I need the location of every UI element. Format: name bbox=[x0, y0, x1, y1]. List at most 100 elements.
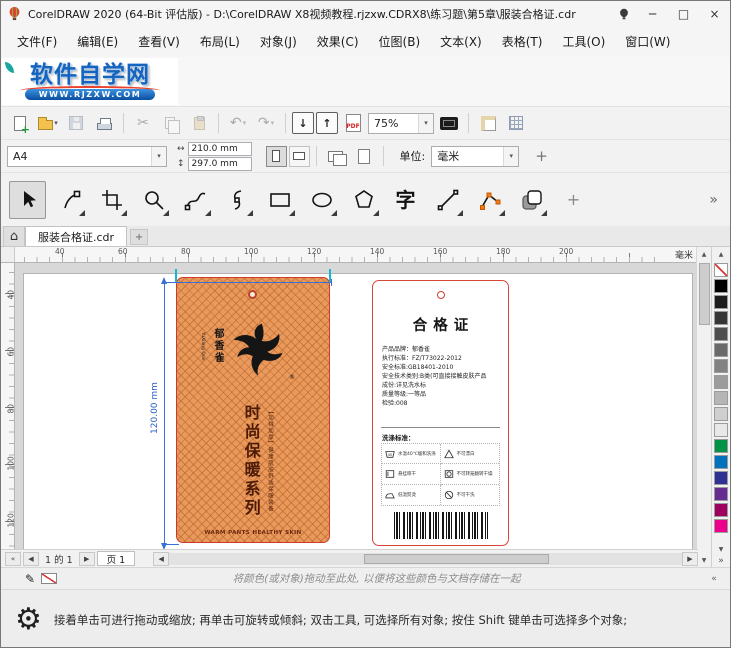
minimize-button[interactable]: ─ bbox=[637, 1, 668, 26]
publish-pdf-icon[interactable]: PDF bbox=[340, 110, 366, 136]
color-swatch[interactable] bbox=[714, 519, 728, 533]
color-swatch[interactable] bbox=[714, 279, 728, 293]
add-property-button[interactable]: + bbox=[535, 147, 548, 165]
menu-item[interactable]: 文本(X) bbox=[430, 29, 492, 54]
color-swatch[interactable] bbox=[714, 343, 728, 357]
redo-icon[interactable]: ↷ ▾ bbox=[253, 110, 279, 136]
menu-item[interactable]: 对象(J) bbox=[250, 29, 307, 54]
polygon-tool[interactable] bbox=[345, 181, 382, 219]
shape-tool[interactable] bbox=[51, 181, 88, 219]
scroll-left-icon[interactable]: ◀ bbox=[153, 551, 170, 566]
copy-icon[interactable] bbox=[158, 110, 184, 136]
cut-icon[interactable]: ✂ bbox=[130, 110, 156, 136]
selection-handle[interactable] bbox=[175, 269, 177, 282]
show-grid-icon[interactable] bbox=[503, 110, 529, 136]
menu-item[interactable]: 编辑(E) bbox=[67, 29, 128, 54]
scrollbar-thumb[interactable] bbox=[698, 263, 710, 325]
pen-tool[interactable] bbox=[219, 181, 256, 219]
chevron-down-icon[interactable]: ▾ bbox=[418, 113, 433, 133]
menu-item[interactable]: 效果(C) bbox=[307, 29, 369, 54]
undo-icon[interactable]: ↶ ▾ bbox=[225, 110, 251, 136]
menu-item[interactable]: 查看(V) bbox=[128, 29, 190, 54]
all-pages-icon[interactable] bbox=[323, 143, 349, 169]
print-icon[interactable] bbox=[91, 110, 117, 136]
scrollbar-track[interactable] bbox=[169, 552, 682, 565]
new-document-icon[interactable]: + bbox=[7, 110, 33, 136]
horizontal-ruler[interactable]: 40 60 80 100 120 140 160 180 200 bbox=[15, 247, 664, 262]
maximize-button[interactable]: □ bbox=[668, 1, 699, 26]
palette-collapse-icon[interactable]: « bbox=[696, 574, 730, 584]
vertical-scrollbar[interactable]: ▲ ▼ bbox=[696, 247, 711, 567]
page-height-field[interactable]: 297.0 mm bbox=[187, 156, 252, 171]
pick-tool[interactable] bbox=[9, 180, 46, 219]
scroll-right-icon[interactable]: ▶ bbox=[682, 551, 698, 566]
horizontal-scrollbar[interactable]: ◀ ▶ bbox=[153, 550, 698, 567]
vertical-ruler[interactable]: 40 60 80 100 120 bbox=[1, 263, 16, 549]
color-swatch[interactable] bbox=[714, 503, 728, 517]
color-swatch[interactable] bbox=[714, 407, 728, 421]
palette-scroll-up-icon[interactable]: ▲ bbox=[712, 247, 730, 261]
ruler-origin-icon[interactable] bbox=[1, 247, 15, 262]
outline-pen-icon[interactable]: ✎ bbox=[25, 572, 35, 586]
menu-item[interactable]: 布局(L) bbox=[190, 29, 250, 54]
hang-tag-front[interactable]: 郁香雀 YuXiang Que ® 时尚保暖系列 【加绒加厚】健康肌肤舒适保暖装… bbox=[176, 277, 330, 543]
open-icon[interactable]: ▾ bbox=[35, 110, 61, 136]
rectangle-tool[interactable] bbox=[261, 181, 298, 219]
text-tool[interactable]: 字 bbox=[387, 181, 424, 219]
no-fill-swatch[interactable] bbox=[41, 573, 58, 584]
paste-icon[interactable] bbox=[186, 110, 212, 136]
hang-tag-back[interactable]: 合格证 产品品牌：郁香雀 执行标准：FZ/T73022-2012 安全标准:GB18… bbox=[372, 280, 509, 546]
color-swatch[interactable] bbox=[714, 423, 728, 437]
selection-handle[interactable] bbox=[329, 269, 331, 282]
add-tool-button[interactable]: + bbox=[555, 181, 592, 219]
color-swatch[interactable] bbox=[714, 439, 728, 453]
freehand-tool[interactable] bbox=[177, 181, 214, 219]
menu-item[interactable]: 工具(O) bbox=[552, 29, 615, 54]
page-tab[interactable]: 页 1 bbox=[96, 551, 136, 566]
import-button[interactable]: ↓ bbox=[292, 112, 314, 134]
color-swatch[interactable] bbox=[714, 295, 728, 309]
save-icon[interactable] bbox=[63, 110, 89, 136]
new-tab-button[interactable]: + bbox=[130, 229, 149, 245]
previous-page-button[interactable]: ◀ bbox=[23, 551, 39, 566]
connector-tool[interactable] bbox=[471, 181, 508, 219]
color-swatch[interactable] bbox=[714, 359, 728, 373]
interactive-fill-tool[interactable] bbox=[513, 181, 550, 219]
scroll-up-icon[interactable]: ▲ bbox=[697, 247, 711, 261]
color-swatch[interactable] bbox=[714, 311, 728, 325]
export-button[interactable]: ↑ bbox=[316, 112, 338, 134]
close-button[interactable]: × bbox=[699, 1, 730, 26]
next-page-button[interactable]: ▶ bbox=[78, 551, 95, 566]
chevron-down-icon[interactable]: ▾ bbox=[151, 146, 166, 166]
color-swatch[interactable] bbox=[714, 487, 728, 501]
line-tool[interactable] bbox=[429, 181, 466, 219]
units-combobox[interactable]: 毫米 ▾ bbox=[431, 145, 520, 167]
menu-item[interactable]: 位图(B) bbox=[369, 29, 431, 54]
corel-badge-icon[interactable] bbox=[611, 1, 637, 26]
color-swatch[interactable] bbox=[714, 375, 728, 389]
palette-expand-icon[interactable]: » bbox=[718, 556, 724, 567]
home-icon[interactable]: ⌂ bbox=[3, 226, 25, 246]
palette-scroll-down-icon[interactable]: ▼ bbox=[712, 542, 730, 556]
scrollbar-thumb[interactable] bbox=[364, 553, 549, 564]
chevron-down-icon[interactable]: ▾ bbox=[503, 146, 519, 166]
color-swatch[interactable] bbox=[714, 391, 728, 405]
menu-item[interactable]: 文件(F) bbox=[7, 29, 67, 54]
drawing-canvas[interactable]: 郁香雀 YuXiang Que ® 时尚保暖系列 【加绒加厚】健康肌肤舒适保暖装… bbox=[15, 263, 698, 549]
first-page-button[interactable]: « bbox=[5, 551, 21, 566]
show-rulers-icon[interactable] bbox=[475, 110, 501, 136]
toolbox-overflow-button[interactable]: » bbox=[709, 192, 722, 208]
page-size-combobox[interactable]: A4 ▾ bbox=[7, 145, 167, 167]
color-swatch[interactable] bbox=[714, 455, 728, 469]
fullscreen-preview-icon[interactable] bbox=[436, 110, 462, 136]
portrait-button[interactable] bbox=[265, 145, 287, 167]
landscape-button[interactable] bbox=[288, 145, 310, 167]
document-tab[interactable]: 服装合格证.cdr bbox=[25, 226, 128, 246]
zoom-tool[interactable] bbox=[135, 181, 172, 219]
scroll-down-icon[interactable]: ▼ bbox=[697, 553, 711, 567]
color-swatch[interactable] bbox=[714, 327, 728, 341]
ellipse-tool[interactable] bbox=[303, 181, 340, 219]
menu-item[interactable]: 窗口(W) bbox=[615, 29, 680, 54]
menu-item[interactable]: 表格(T) bbox=[492, 29, 553, 54]
page-width-field[interactable]: 210.0 mm bbox=[187, 141, 252, 156]
